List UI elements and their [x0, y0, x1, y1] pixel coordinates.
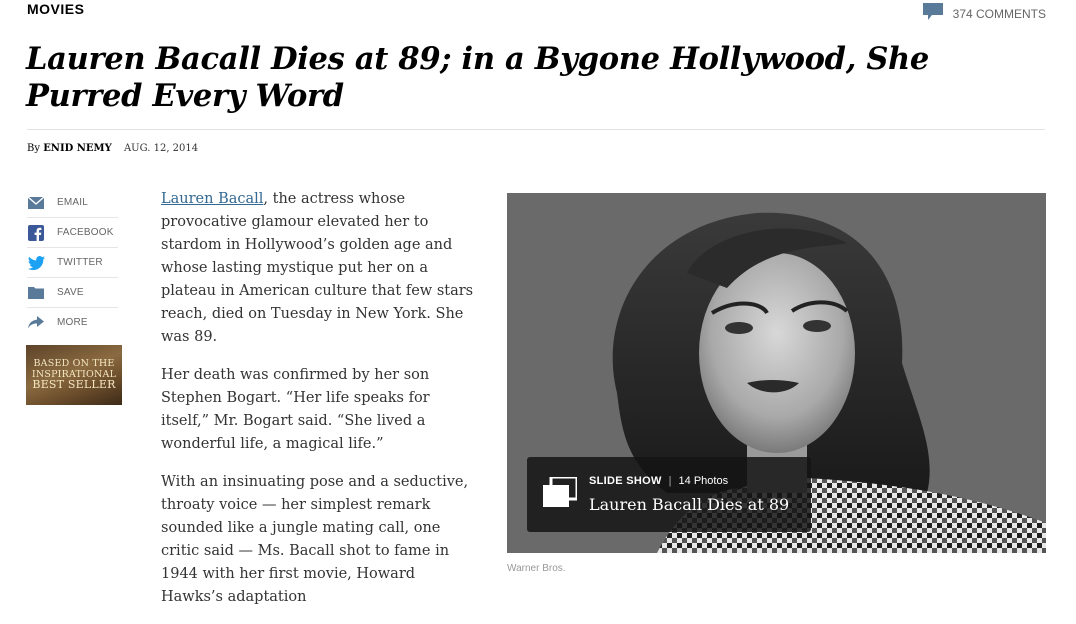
share-more-label: MORE — [57, 317, 88, 328]
share-twitter[interactable]: TWITTER — [27, 248, 118, 278]
twitter-icon — [27, 254, 45, 272]
mail-icon — [27, 194, 45, 212]
slideshow-icon — [543, 475, 579, 511]
ad-line-1: BASED ON THE — [33, 358, 115, 369]
share-facebook[interactable]: FACEBOOK — [27, 218, 118, 248]
article-body: Lauren Bacall, the actress whose provoca… — [161, 188, 479, 624]
share-tools: EMAIL FACEBOOK TWITTER SAVE MORE — [27, 188, 118, 337]
slideshow-promo[interactable]: SLIDE SHOW | 14 Photos Lauren Bacall Dies … — [527, 457, 811, 532]
byline-prefix: By — [27, 143, 40, 154]
advertisement[interactable]: BASED ON THE INSPIRATIONAL BEST SELLER — [26, 345, 122, 405]
separator: | — [668, 475, 672, 487]
share-more[interactable]: MORE — [27, 308, 118, 337]
byline-author[interactable]: ENID NEMY — [43, 143, 112, 154]
slideshow-kicker: SLIDE SHOW | 14 Photos — [589, 475, 728, 487]
byline-date: AUG. 12, 2014 — [123, 143, 199, 154]
article-headline: Lauren Bacall Dies at 89; in a Bygone Ho… — [26, 41, 930, 114]
comments-count: 374 COMMENTS — [952, 6, 1046, 21]
facebook-icon — [27, 224, 45, 242]
paragraph-text: , the actress whose provocative glamour … — [161, 191, 474, 345]
slideshow-count: 14 Photos — [678, 475, 729, 487]
share-email[interactable]: EMAIL — [27, 188, 118, 218]
share-save[interactable]: SAVE — [27, 278, 118, 308]
share-facebook-label: FACEBOOK — [57, 227, 114, 238]
slideshow-label: SLIDE SHOW — [589, 475, 662, 487]
share-save-label: SAVE — [57, 287, 84, 298]
article-paragraph: With an insinuating pose and a seductive… — [161, 474, 469, 605]
lauren-bacall-link[interactable]: Lauren Bacall — [161, 191, 263, 207]
ad-text: BASED ON THE INSPIRATIONAL BEST SELLER — [30, 358, 118, 391]
ad-line-3: BEST SELLER — [32, 378, 116, 391]
byline: By ENID NEMY AUG. 12, 2014 — [27, 143, 198, 154]
share-email-label: EMAIL — [57, 197, 89, 208]
divider — [27, 129, 1045, 130]
folder-icon — [27, 284, 45, 302]
photo-credit: Warner Bros. — [507, 563, 566, 574]
comment-bubble-icon — [922, 3, 943, 24]
slideshow-title: Lauren Bacall Dies at 89 — [589, 495, 790, 514]
article-paragraph: Her death was confirmed by her son Steph… — [161, 367, 430, 452]
article-paragraph: Lauren Bacall, the actress whose provoca… — [161, 188, 479, 349]
share-twitter-label: TWITTER — [57, 257, 103, 268]
comments-link[interactable]: 374 COMMENTS — [922, 3, 1046, 24]
section-label[interactable]: MOVIES — [27, 1, 84, 17]
share-arrow-icon — [27, 314, 45, 332]
